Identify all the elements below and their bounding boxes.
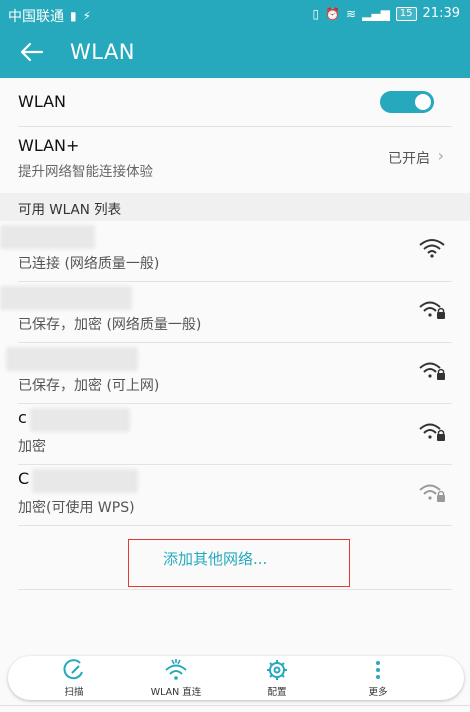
wifi-lock-icon — [419, 301, 445, 319]
clock: 21:39 — [422, 6, 460, 21]
wifi-status-icon: ≋ — [346, 6, 357, 21]
more-label: 更多 — [368, 687, 388, 698]
signal-icon: ▂▄▆ — [362, 6, 390, 21]
wlan-plus-label: WLAN+ — [18, 136, 80, 155]
wifi-lock-icon — [419, 362, 445, 380]
bottom-toolbar: 扫描 WLAN 直连 配置 更多 — [8, 656, 464, 700]
network-row-3[interactable]: c 加密 — [0, 404, 470, 465]
network-status: 加密 — [18, 439, 46, 455]
more-icon — [376, 661, 380, 679]
scan-icon — [63, 659, 83, 680]
wlan-toggle-label: WLAN — [18, 92, 67, 111]
battery-icon: 15 — [395, 6, 417, 21]
divider — [18, 525, 452, 526]
network-ssid: C — [18, 469, 30, 488]
wlan-plus-row[interactable]: WLAN+ 提升网络智能连接体验 已开启 › — [0, 127, 470, 193]
divider — [0, 705, 470, 706]
app-bar: 中国联通 ▮ ⚡ ▯ ⏰ ≋ ▂▄▆ 15 21:39 WLAN — [0, 0, 470, 78]
network-row-4[interactable]: C 加密(可使用 WPS) — [0, 465, 470, 526]
network-status: 加密(可使用 WPS) — [18, 500, 135, 516]
add-other-network-label: 添加其他网络... — [163, 550, 268, 568]
add-other-network-button[interactable]: 添加其他网络... — [128, 539, 350, 587]
wlan-plus-subtitle: 提升网络智能连接体验 — [18, 164, 153, 180]
ssid-redacted — [32, 469, 138, 493]
network-status: 已保存，加密 (网络质量一般) — [18, 317, 202, 333]
toggle-knob — [415, 94, 431, 110]
network-status: 已保存，加密 (可上网) — [18, 378, 160, 394]
ssid-redacted — [30, 408, 130, 432]
chevron-right-icon: › — [437, 146, 444, 165]
divider — [18, 589, 452, 590]
notification-icon: ⚡ — [82, 9, 92, 23]
config-label: 配置 — [267, 687, 287, 698]
wlan-direct-label: WLAN 直连 — [150, 687, 202, 698]
section-header: 可用 WLAN 列表 — [0, 193, 470, 221]
back-arrow-icon[interactable] — [14, 34, 50, 70]
config-button[interactable]: 配置 — [237, 658, 317, 698]
wlan-plus-status: 已开启 — [388, 151, 430, 167]
scan-button[interactable]: 扫描 — [34, 658, 114, 698]
notification-icon: ▮ — [70, 9, 77, 23]
wlan-direct-button[interactable]: WLAN 直连 — [136, 658, 216, 698]
network-row-0[interactable]: 已连接 (网络质量一般) — [0, 221, 470, 282]
alarm-icon: ⏰ — [325, 6, 341, 21]
scan-label: 扫描 — [64, 687, 84, 698]
ssid-redacted — [6, 347, 138, 371]
wifi-lock-icon — [419, 423, 445, 441]
wlan-toggle-switch[interactable] — [380, 91, 434, 113]
gear-icon — [267, 660, 287, 680]
wlan-toggle-row[interactable]: WLAN — [0, 78, 470, 126]
carrier-label: 中国联通 — [8, 9, 64, 25]
section-header-label: 可用 WLAN 列表 — [18, 202, 122, 218]
wlan-direct-icon — [165, 659, 187, 680]
status-bar: 中国联通 ▮ ⚡ ▯ ⏰ ≋ ▂▄▆ 15 21:39 — [0, 0, 470, 28]
ssid-redacted — [0, 286, 132, 310]
page-title: WLAN — [70, 40, 136, 64]
wifi-lock-icon — [419, 484, 445, 502]
vibrate-icon: ▯ — [312, 6, 320, 21]
more-button[interactable]: 更多 — [338, 658, 418, 698]
ssid-redacted — [0, 225, 95, 249]
network-ssid: c — [18, 408, 27, 427]
wifi-icon — [419, 239, 445, 258]
network-status: 已连接 (网络质量一般) — [18, 256, 160, 272]
network-row-1[interactable]: 已保存，加密 (网络质量一般) — [0, 282, 470, 343]
network-row-2[interactable]: 已保存，加密 (可上网) — [0, 343, 470, 404]
